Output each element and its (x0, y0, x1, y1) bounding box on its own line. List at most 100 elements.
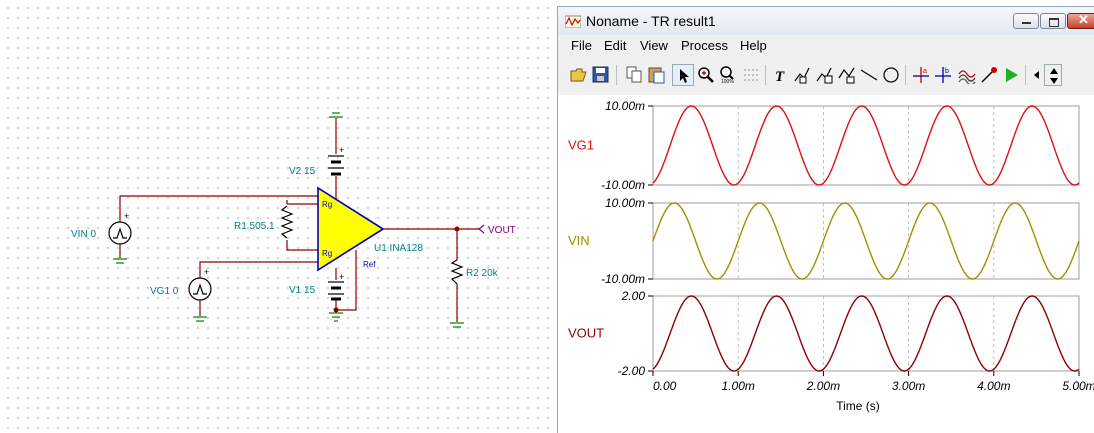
vg1-label: VG1 0 (150, 286, 179, 297)
circle-button[interactable] (880, 64, 902, 86)
menu-view[interactable]: View (640, 38, 668, 53)
save-button[interactable] (590, 64, 612, 86)
svg-text:a: a (923, 68, 927, 75)
zoom-100-icon: 100% (720, 66, 734, 84)
window-title: Noname - TR result1 (586, 13, 716, 29)
copy-icon (626, 66, 642, 83)
vout-terminal-icon[interactable] (478, 224, 485, 234)
x-tick-label: 0.00 (653, 379, 677, 393)
r2-label: R2 20k (466, 268, 499, 279)
toolbar-separator (765, 65, 766, 85)
annotate-button[interactable] (792, 64, 814, 86)
close-icon: ✕ (1078, 12, 1089, 27)
run-button[interactable] (1000, 64, 1022, 86)
open-button[interactable] (568, 64, 590, 86)
v1-plus-label: + (339, 272, 344, 282)
x-axis-label: Time (s) (836, 399, 880, 413)
minimize-button[interactable] (1013, 13, 1039, 29)
y-tick-label: -10.00m (601, 272, 645, 286)
svg-text:100%: 100% (721, 79, 734, 84)
maximize-icon (1049, 18, 1059, 27)
menu-help[interactable]: Help (740, 38, 767, 53)
cursor-b-button[interactable]: b (932, 64, 954, 86)
run-icon (1006, 68, 1018, 82)
cursor-a-button[interactable]: a (910, 64, 932, 86)
app-icon (565, 15, 581, 28)
u1-label: U1 INA128 (374, 243, 423, 254)
annotate-2-icon (816, 67, 833, 84)
text-icon: T (775, 69, 785, 84)
resistor-r1-icon[interactable] (280, 205, 294, 239)
toolbar-separator (905, 65, 906, 85)
series-label: VIN (568, 233, 590, 248)
battery-v1-icon[interactable] (328, 281, 344, 301)
menu-process[interactable]: Process (681, 38, 728, 53)
pointer-icon (680, 69, 689, 83)
save-icon (592, 66, 609, 83)
toolbar: 100% T a b (558, 59, 1094, 91)
series-label: VOUT (568, 326, 604, 341)
menu-bar: File Edit View Process Help (558, 35, 1094, 55)
y-tick-label: 10.00m (605, 196, 645, 210)
svg-text:T: T (775, 69, 785, 84)
series-label: VG1 (568, 138, 594, 153)
nav-spin-icon (1050, 68, 1058, 84)
resistor-r2-icon[interactable] (450, 259, 464, 285)
result-window: Noname - TR result1 ✕ File Edit View Pro… (557, 6, 1094, 433)
zoom-100-button[interactable]: 100% (717, 64, 739, 86)
y-tick-label: -10.00m (601, 178, 645, 192)
schematic-canvas[interactable]: Rg Rg Ref + + + + VIN 0 VG1 0 R1 505.1 V… (0, 0, 556, 432)
line-icon (860, 69, 878, 81)
battery-v2-icon[interactable] (328, 155, 344, 176)
probe-icon (981, 67, 997, 83)
y-tick-label: 2.00 (621, 289, 646, 303)
maximize-button[interactable] (1040, 13, 1066, 29)
minimize-icon (1022, 22, 1031, 24)
nav-left-button[interactable] (1029, 64, 1043, 86)
v2-label: V2 15 (289, 166, 316, 177)
source-vin-icon[interactable] (108, 221, 132, 245)
plot-frame (652, 295, 1080, 372)
x-tick-label: 5.00m (1062, 379, 1094, 393)
title-bar[interactable]: Noname - TR result1 ✕ (558, 7, 1094, 35)
pin-label-rg-bottom: Rg (322, 249, 332, 258)
x-tick-label: 2.00m (806, 379, 840, 393)
nav-left-icon (1034, 71, 1039, 79)
pin-label-ref: Ref (363, 260, 376, 269)
curve-button[interactable] (956, 64, 978, 86)
vg1-plus-label: + (204, 267, 209, 277)
circle-icon (883, 67, 899, 83)
toolbar-separator (616, 65, 617, 85)
vin-label: VIN 0 (71, 229, 96, 240)
plot-frame (652, 105, 1080, 186)
pin-label-rg-top: Rg (322, 200, 332, 209)
y-tick-label: -2.00 (618, 364, 646, 378)
grid-button[interactable] (740, 64, 762, 86)
pointer-button[interactable] (672, 64, 694, 86)
menu-file[interactable]: File (571, 38, 592, 53)
zoom-in-icon (698, 67, 714, 83)
paste-icon (648, 67, 665, 84)
annotate-3-button[interactable] (836, 64, 858, 86)
zoom-in-button[interactable] (695, 64, 717, 86)
toolbar-separator (1025, 65, 1026, 85)
nav-spin-button[interactable] (1044, 64, 1062, 86)
curve-icon (958, 70, 976, 84)
annotate-icon (794, 67, 810, 84)
copy-button[interactable] (624, 64, 646, 86)
paste-button[interactable] (646, 64, 668, 86)
x-tick-label: 4.00m (977, 379, 1010, 393)
x-tick-label: 1.00m (722, 379, 755, 393)
menu-edit[interactable]: Edit (604, 38, 626, 53)
source-vg1-icon[interactable] (188, 277, 212, 301)
plot-area[interactable]: 10.00m -10.00m VG1 10.00m -10.00m VIN 2.00 -2.0… (558, 95, 1094, 433)
close-button[interactable]: ✕ (1067, 12, 1094, 29)
probe-button[interactable] (978, 64, 1000, 86)
line-button[interactable] (858, 64, 880, 86)
text-button[interactable]: T (770, 64, 792, 86)
v1-label: V1 15 (289, 285, 316, 296)
svg-text:b: b (945, 68, 949, 75)
annotate-2-button[interactable] (814, 64, 836, 86)
x-tick-label: 3.00m (892, 379, 925, 393)
vout-label: VOUT (488, 225, 516, 236)
